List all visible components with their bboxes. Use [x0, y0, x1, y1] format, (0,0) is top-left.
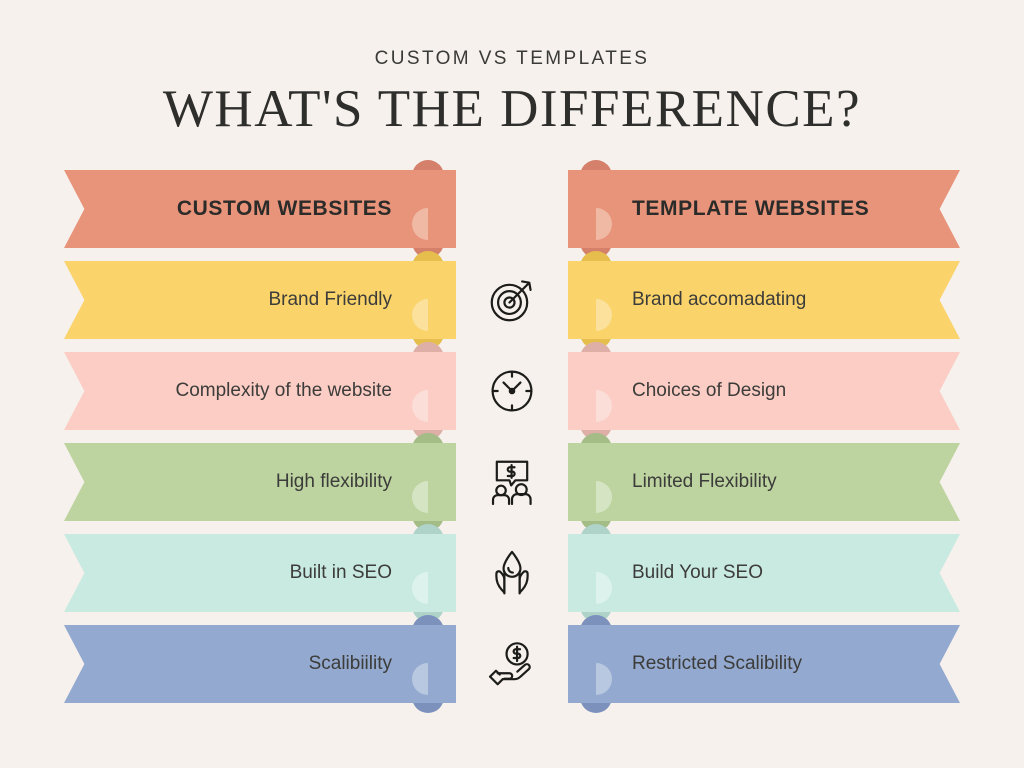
page-header: CUSTOM VS TEMPLATES WHAT'S THE DIFFERENC… [0, 0, 1024, 138]
eyebrow-text: CUSTOM VS TEMPLATES [374, 48, 650, 69]
ribbon-fold-dot [580, 572, 612, 604]
ribbon-right: Limited Flexibility [568, 433, 960, 531]
comparison-row: Brand Friendly Brand accomadating [0, 251, 1024, 349]
ribbon-body [64, 625, 456, 703]
target-icon [481, 269, 543, 331]
ribbon-label-right: TEMPLATE WEBSITES [632, 197, 870, 220]
ribbon-label-left: Brand Friendly [268, 289, 392, 310]
ribbon-fold-dot [412, 481, 444, 513]
ribbon-fold-dot [412, 299, 444, 331]
ribbon-right: Choices of Design [568, 342, 960, 440]
comparison-row: Built in SEO Build Your SEO [0, 524, 1024, 622]
hand-coin-icon [481, 633, 543, 695]
ribbon-left: CUSTOM WEBSITES [64, 160, 456, 258]
ribbon-right: Build Your SEO [568, 524, 960, 622]
hands-drop-icon [481, 542, 543, 604]
ribbon-fold-dot [412, 390, 444, 422]
ribbon-body [64, 261, 456, 339]
ribbon-label-left: CUSTOM WEBSITES [176, 197, 392, 220]
ribbon-left: High flexibility [64, 433, 456, 531]
page-title: WHAT'S THE DIFFERENCE? [162, 80, 862, 138]
ribbon-fold-dot [412, 663, 444, 695]
ribbon-left: Complexity of the website [64, 342, 456, 440]
comparison-row: Scalibiility Restricted Scalibility [0, 615, 1024, 713]
ribbon-right: Brand accomadating [568, 251, 960, 349]
ribbon-label-left: Complexity of the website [175, 380, 393, 401]
ribbon-fold-dot [412, 208, 444, 240]
ribbon-fold-dot [580, 481, 612, 513]
comparison-board: CUSTOM WEBSITES TEMPLATE WEBSITES Brand Fr… [0, 160, 1024, 730]
negotiation-icon [481, 451, 543, 513]
comparison-row: Complexity of the website Choices of Desi… [0, 342, 1024, 440]
ribbon-fold-dot [580, 663, 612, 695]
ribbon-body [64, 443, 456, 521]
comparison-row: CUSTOM WEBSITES TEMPLATE WEBSITES [0, 160, 1024, 258]
ribbon-fold-dot [580, 208, 612, 240]
ribbon-fold-dot [580, 299, 612, 331]
ribbon-body [64, 534, 456, 612]
clock-icon [481, 360, 543, 422]
comparison-row: High flexibility Limited Flexibility [0, 433, 1024, 531]
ribbon-label-left: Scalibiility [308, 653, 392, 674]
ribbon-label-right: Limited Flexibility [632, 471, 777, 492]
ribbon-label-right: Restricted Scalibility [632, 653, 802, 674]
ribbon-left: Scalibiility [64, 615, 456, 713]
ribbon-body [568, 534, 960, 612]
ribbon-label-right: Brand accomadating [632, 289, 807, 310]
ribbon-label-left: Built in SEO [289, 562, 392, 583]
ribbon-left: Brand Friendly [64, 251, 456, 349]
ribbon-label-left: High flexibility [275, 471, 392, 492]
ribbon-fold-dot [580, 390, 612, 422]
ribbon-right: Restricted Scalibility [568, 615, 960, 713]
ribbon-right: TEMPLATE WEBSITES [568, 160, 960, 258]
ribbon-left: Built in SEO [64, 524, 456, 622]
ribbon-label-right: Choices of Design [632, 380, 787, 401]
ribbon-label-right: Build Your SEO [632, 562, 763, 583]
ribbon-fold-dot [412, 572, 444, 604]
